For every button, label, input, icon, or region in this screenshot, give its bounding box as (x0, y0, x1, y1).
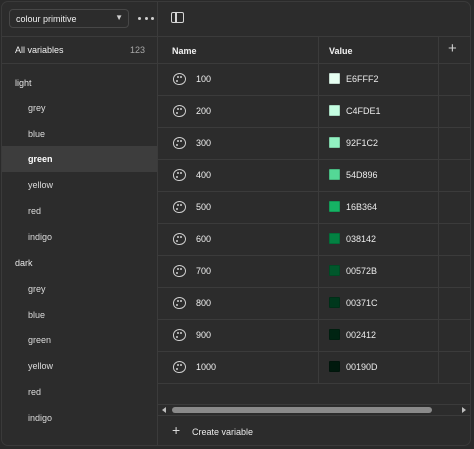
color-swatch[interactable] (329, 297, 340, 308)
variable-value[interactable]: 00371C (346, 298, 378, 308)
palette-icon (173, 361, 186, 373)
plus-icon[interactable]: + (448, 41, 457, 56)
table-row[interactable]: 200 C4FDE1 (158, 96, 470, 128)
group-title-dark[interactable]: dark (15, 258, 33, 268)
color-swatch[interactable] (329, 137, 340, 148)
sidebar-panel-icon[interactable] (171, 12, 184, 23)
palette-icon (173, 233, 186, 245)
variable-value[interactable]: 16B364 (346, 202, 377, 212)
chevron-down-icon: ▼ (115, 13, 123, 22)
variable-name: 400 (196, 170, 212, 180)
sidebar-item-light-green[interactable]: green (2, 146, 157, 172)
variable-name: 300 (196, 138, 212, 148)
variable-value[interactable]: 92F1C2 (346, 138, 378, 148)
sidebar-item-light-yellow[interactable]: yellow (2, 172, 157, 198)
variable-name: 900 (196, 330, 212, 340)
variable-value[interactable]: 002412 (346, 330, 376, 340)
table-row[interactable]: 400 54D896 (158, 160, 470, 192)
palette-icon (173, 105, 186, 117)
variable-value[interactable]: E6FFF2 (346, 74, 379, 84)
palette-icon (173, 265, 186, 277)
all-variables-item[interactable]: All variables 123 (2, 36, 157, 64)
color-swatch[interactable] (329, 201, 340, 212)
table-row[interactable]: 100 E6FFF2 (158, 64, 470, 96)
scrollbar-thumb[interactable] (172, 407, 432, 413)
variable-value[interactable]: 038142 (346, 234, 376, 244)
color-swatch[interactable] (329, 233, 340, 244)
palette-icon (173, 297, 186, 309)
variable-value[interactable]: 00190D (346, 362, 378, 372)
sidebar-item-light-grey[interactable]: grey (2, 95, 157, 121)
column-header-value[interactable]: Value (329, 46, 353, 56)
collection-dropdown[interactable]: colour primitive ▼ (9, 9, 129, 28)
create-variable-label: Create variable (192, 427, 254, 437)
table-row[interactable]: 700 00572B (158, 256, 470, 288)
variable-value[interactable]: C4FDE1 (346, 106, 381, 116)
palette-icon (173, 137, 186, 149)
variables-window: colour primitive ▼ All variables 123 lig… (1, 1, 471, 446)
table-row[interactable]: 600 038142 (158, 224, 470, 256)
sidebar-item-dark-blue[interactable]: blue (2, 302, 157, 328)
sidebar-item-dark-grey[interactable]: grey (2, 276, 157, 302)
column-header-name[interactable]: Name (172, 46, 197, 56)
all-variables-label: All variables (15, 45, 64, 55)
color-swatch[interactable] (329, 265, 340, 276)
variable-name: 200 (196, 106, 212, 116)
create-variable-button[interactable]: + Create variable (158, 415, 470, 445)
variables-table-panel: Name Value + 100 E6FFF2 200 C4FDE1 300 92F1C2… (158, 2, 470, 445)
sidebar: colour primitive ▼ All variables 123 lig… (2, 2, 158, 445)
variable-name: 700 (196, 266, 212, 276)
variable-name: 100 (196, 74, 212, 84)
horizontal-scrollbar[interactable] (158, 404, 470, 415)
variable-name: 800 (196, 298, 212, 308)
table-row[interactable]: 500 16B364 (158, 192, 470, 224)
color-swatch[interactable] (329, 105, 340, 116)
table-row[interactable]: 800 00371C (158, 288, 470, 320)
variable-name: 600 (196, 234, 212, 244)
color-swatch[interactable] (329, 73, 340, 84)
sidebar-item-dark-indigo[interactable]: indigo (2, 405, 157, 431)
sidebar-item-light-indigo[interactable]: indigo (2, 224, 157, 250)
palette-icon (173, 73, 186, 85)
variable-name: 500 (196, 202, 212, 212)
variable-value[interactable]: 00572B (346, 266, 377, 276)
color-swatch[interactable] (329, 329, 340, 340)
sidebar-item-light-blue[interactable]: blue (2, 121, 157, 147)
plus-icon: + (172, 422, 181, 438)
palette-icon (173, 169, 186, 181)
scroll-left-icon[interactable] (162, 407, 166, 413)
table-row[interactable]: 900 002412 (158, 320, 470, 352)
collection-name: colour primitive (16, 13, 77, 24)
variable-value[interactable]: 54D896 (346, 170, 378, 180)
color-swatch[interactable] (329, 361, 340, 372)
sidebar-item-dark-yellow[interactable]: yellow (2, 353, 157, 379)
sidebar-item-dark-green[interactable]: green (2, 327, 157, 353)
color-swatch[interactable] (329, 169, 340, 180)
variable-name: 1000 (196, 362, 217, 372)
all-variables-count: 123 (129, 45, 145, 55)
sidebar-item-light-red[interactable]: red (2, 198, 157, 224)
group-title-light[interactable]: light (15, 78, 32, 88)
scroll-right-icon[interactable] (462, 407, 466, 413)
table-header: Name Value + (158, 36, 470, 64)
table-row[interactable]: 300 92F1C2 (158, 128, 470, 160)
palette-icon (173, 329, 186, 341)
sidebar-item-dark-red[interactable]: red (2, 379, 157, 405)
more-horizontal-icon[interactable] (138, 11, 154, 25)
palette-icon (173, 201, 186, 213)
table-row[interactable]: 1000 00190D (158, 352, 470, 384)
